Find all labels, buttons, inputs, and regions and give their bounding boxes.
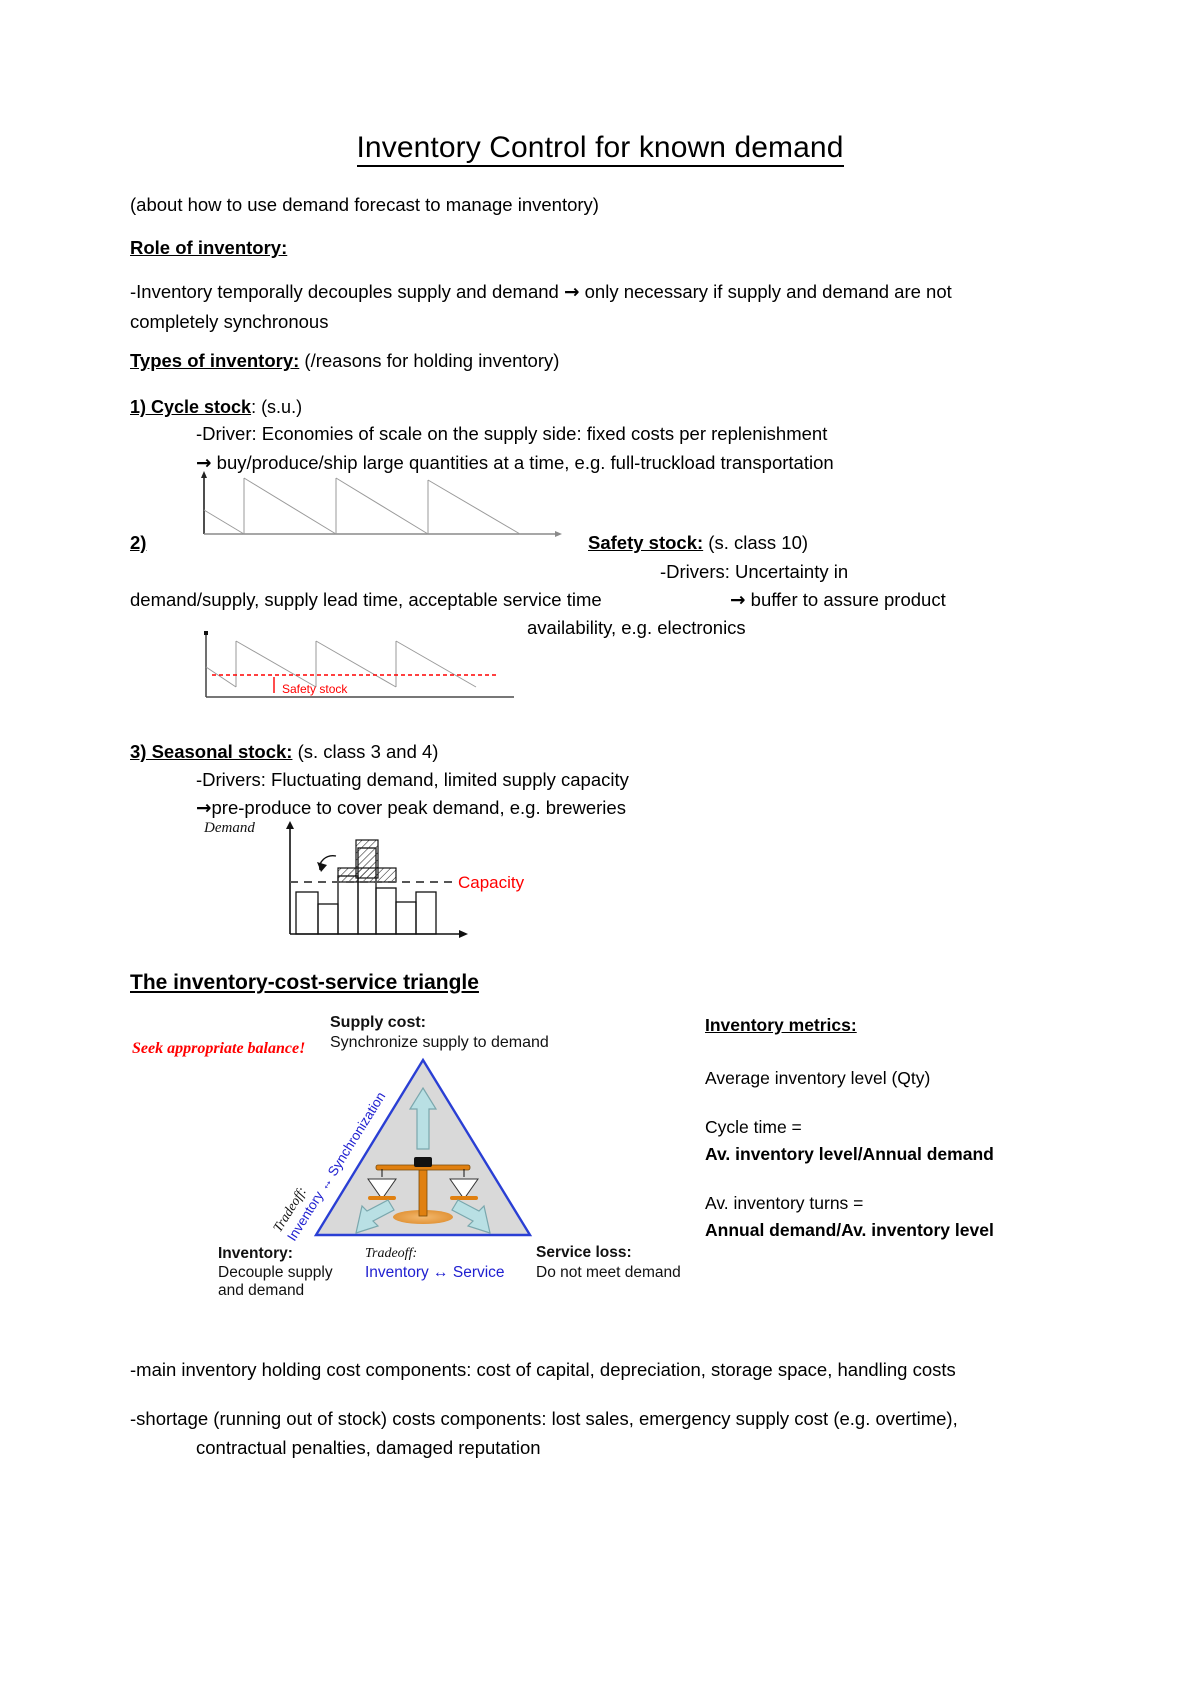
cycle-stock-driver: -Driver: Economies of scale on the suppl… xyxy=(196,423,828,444)
metric-average-inventory-level: Average inventory level (Qty) xyxy=(705,1068,931,1088)
capacity-label: Capacity xyxy=(458,873,525,892)
inventory-cost-service-triangle-diagram: Seek appropriate balance! Supply cost: S… xyxy=(130,1005,710,1305)
safety-stock-chart-label: Safety stock xyxy=(282,682,348,696)
metric-inventory-turns-label: Av. inventory turns = xyxy=(705,1193,864,1213)
inventory-metrics-panel: Inventory metrics: Average inventory lev… xyxy=(705,1012,1005,1266)
page-title: Inventory Control for known demand xyxy=(0,131,1200,167)
seasonal-demand-bars-svg: Demand Capacity xyxy=(203,820,525,938)
heading-triangle: The inventory-cost-service triangle xyxy=(130,968,479,997)
safety-stock-implication-line1: → buffer to assure product xyxy=(730,585,946,615)
subheading-seasonal-stock: 3) Seasonal stock: (s. class 3 and 4) xyxy=(130,737,438,766)
triangle-bottom-right-title: Service loss: xyxy=(536,1244,632,1261)
right-arrow-icon: → xyxy=(730,590,746,611)
right-arrow-icon: → xyxy=(196,798,212,819)
role-body: -Inventory temporally decouples supply a… xyxy=(130,277,990,336)
seasonal-stock-implication-text: pre-produce to cover peak demand, e.g. b… xyxy=(211,797,626,818)
heading-types-of-inventory: Types of inventory: (/reasons for holdin… xyxy=(130,346,559,375)
seasonal-chart-axis-label: Demand xyxy=(203,820,255,836)
document-page: Inventory Control for known demand (abou… xyxy=(0,0,1200,1698)
safety-stock-heading-suffix: (s. class 10) xyxy=(703,532,809,553)
triangle-top-desc: Synchronize supply to demand xyxy=(330,1034,549,1051)
heading-types-suffix: (/reasons for holding inventory) xyxy=(299,350,560,371)
cycle-stock-sawtooth-svg xyxy=(201,471,562,537)
footer-shortage-costs-line1: -shortage (running out of stock) costs c… xyxy=(130,1408,958,1429)
seasonal-demand-chart: Demand Capacity xyxy=(200,818,540,946)
metric-cycle-time-label: Cycle time = xyxy=(705,1117,802,1137)
cycle-stock-number: 1) Cycle stock xyxy=(130,397,252,417)
seasonal-stock-suffix: (s. class 3 and 4) xyxy=(292,741,439,762)
cycle-stock-chart xyxy=(196,470,566,540)
metric-cycle-time-value: Av. inventory level/Annual demand xyxy=(705,1144,994,1164)
triangle-bottom-left-desc-1: Decouple supply xyxy=(218,1264,333,1281)
safety-stock-implication-text1: buffer to assure product xyxy=(745,589,946,610)
seek-balance-note: Seek appropriate balance! xyxy=(132,1040,305,1057)
safety-stock-sawtooth-svg: Safety stock xyxy=(204,631,514,698)
heading-role-of-inventory: Role of inventory: xyxy=(130,233,287,262)
triangle-svg: Seek appropriate balance! Supply cost: S… xyxy=(132,1014,681,1299)
safety-stock-chart: Safety stock xyxy=(196,615,526,705)
heading-triangle-text: The inventory-cost-service triangle xyxy=(130,971,479,994)
cycle-stock-suffix: : (s.u.) xyxy=(251,397,303,417)
heading-role-text: Role of inventory: xyxy=(130,237,288,258)
page-title-text: Inventory Control for known demand xyxy=(356,131,844,167)
safety-stock-drivers-line1: -Drivers: Uncertainty in xyxy=(660,561,849,582)
safety-stock-number-text: 2) xyxy=(130,532,147,553)
footer-shortage-costs-line2: contractual penalties, damaged reputatio… xyxy=(196,1437,541,1458)
metric-inventory-turns-value: Annual demand/Av. inventory level xyxy=(705,1220,994,1240)
footer-holding-costs: -main inventory holding cost components:… xyxy=(130,1359,956,1380)
triangle-top-title: Supply cost: xyxy=(330,1014,426,1031)
safety-stock-heading-text: Safety stock: xyxy=(588,532,704,553)
safety-stock-drivers-line2: demand/supply, supply lead time, accepta… xyxy=(130,589,602,610)
safety-stock-implication-line2: availability, e.g. electronics xyxy=(527,617,746,638)
metric-inventory-turns: Av. inventory turns = Annual demand/Av. … xyxy=(705,1190,1005,1244)
subtitle: (about how to use demand forecast to man… xyxy=(130,194,599,215)
triangle-bottom-left-desc-2: and demand xyxy=(218,1282,304,1299)
triangle-bottom-right-desc: Do not meet demand xyxy=(536,1264,681,1281)
metrics-heading: Inventory metrics: xyxy=(705,1015,857,1035)
heading-types-text: Types of inventory: xyxy=(130,350,300,371)
seasonal-stock-drivers: -Drivers: Fluctuating demand, limited su… xyxy=(196,769,629,790)
subheading-safety-stock: Safety stock: (s. class 10) xyxy=(588,528,808,557)
subheading-cycle-stock: 1) Cycle stock: (s.u.) xyxy=(130,393,302,422)
right-arrow-icon: → xyxy=(563,282,580,303)
triangle-bottom-left-title: Inventory: xyxy=(218,1245,293,1262)
role-body-part1: -Inventory temporally decouples supply a… xyxy=(130,281,564,302)
seasonal-stock-number: 3) Seasonal stock: xyxy=(130,741,293,762)
triangle-bottom-center-pair: Inventory ↔ Service xyxy=(365,1264,505,1281)
triangle-bottom-center-tradeoff: Tradeoff: xyxy=(365,1246,417,1261)
metric-cycle-time: Cycle time = Av. inventory level/Annual … xyxy=(705,1114,1005,1168)
safety-stock-number: 2) xyxy=(130,528,146,557)
